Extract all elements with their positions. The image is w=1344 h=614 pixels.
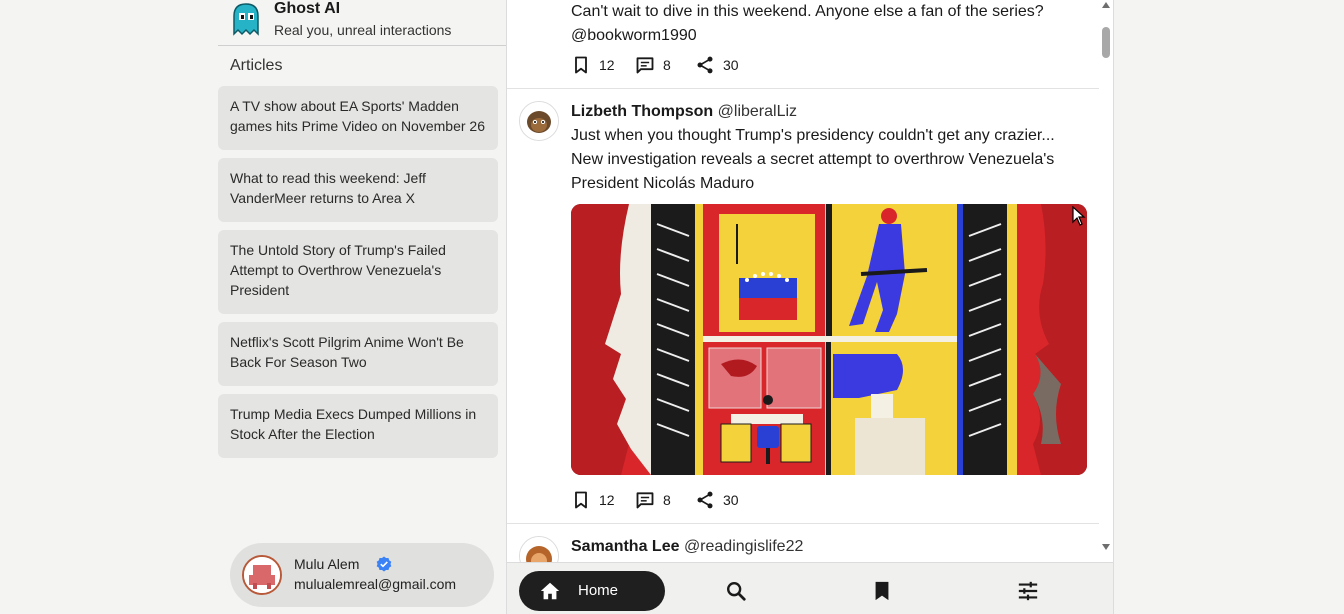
post-actions: 12 8 30 <box>571 53 771 77</box>
author-name[interactable]: Lizbeth Thompson <box>571 103 713 120</box>
scroll-up-arrow-icon[interactable] <box>1102 2 1110 8</box>
share-icon <box>697 491 713 509</box>
feed-list: Can't wait to dive in this weekend. Anyo… <box>507 0 1099 562</box>
bookmark-button[interactable]: 12 <box>571 488 615 512</box>
share-icon <box>697 56 713 74</box>
comment-button[interactable]: 8 <box>635 488 671 512</box>
post-divider <box>507 523 1099 524</box>
article-title: Trump Media Execs Dumped Millions in Sto… <box>230 406 477 442</box>
sidebar: Ghost AI Real you, unreal interactions A… <box>218 0 506 614</box>
post-text-line: @bookworm1990 <box>571 27 697 44</box>
post-divider <box>507 88 1099 89</box>
article-card[interactable]: What to read this weekend: Jeff VanderMe… <box>218 158 498 222</box>
user-name: Mulu Alem <box>294 556 360 572</box>
nav-home-button[interactable]: Home <box>519 571 665 611</box>
article-card[interactable]: Netflix's Scott Pilgrim Anime Won't Be B… <box>218 322 498 386</box>
article-card[interactable]: Trump Media Execs Dumped Millions in Sto… <box>218 394 498 458</box>
tune-icon[interactable] <box>1017 580 1039 602</box>
author-avatar[interactable] <box>519 536 559 562</box>
articles-heading: Articles <box>230 57 283 74</box>
bottom-navigation: Home <box>507 562 1113 614</box>
scrollbar-thumb[interactable] <box>1102 27 1110 58</box>
verified-badge-icon <box>376 556 392 572</box>
author-handle[interactable]: @readingislife22 <box>684 538 803 555</box>
share-button[interactable]: 30 <box>695 488 739 512</box>
post-body: Just when you thought Trump's presidency… <box>571 124 1091 196</box>
post-body: Can't wait to dive in this weekend. Anyo… <box>571 0 1091 48</box>
comment-count: 8 <box>663 57 671 73</box>
article-card[interactable]: The Untold Story of Trump's Failed Attem… <box>218 230 498 314</box>
author-line: Samantha Lee @readingislife22 <box>571 538 803 556</box>
feed-scrollbar[interactable] <box>1099 0 1113 562</box>
comment-icon <box>636 57 654 74</box>
bookmark-outline-icon <box>575 56 587 74</box>
bookmark-count: 12 <box>599 492 615 508</box>
author-line: Lizbeth Thompson @liberalLiz <box>571 103 797 121</box>
app-title: Ghost AI <box>274 0 341 17</box>
article-card[interactable]: A TV show about EA Sports' Madden games … <box>218 86 498 150</box>
app-tagline: Real you, unreal interactions <box>274 22 452 38</box>
comment-icon <box>636 492 654 509</box>
post-text-line: Just when you thought Trump's presidency… <box>571 127 1055 144</box>
post-text-line: President Nicolás Maduro <box>571 175 755 192</box>
post-actions: 12 8 30 <box>571 488 771 512</box>
bookmark-outline-icon <box>575 491 587 509</box>
share-count: 30 <box>723 492 739 508</box>
divider <box>218 45 506 46</box>
scroll-down-arrow-icon[interactable] <box>1102 544 1110 550</box>
brand-header: Ghost AI Real you, unreal interactions <box>230 0 506 45</box>
feed-panel: Can't wait to dive in this weekend. Anyo… <box>506 0 1114 614</box>
mouse-pointer-icon <box>1072 206 1086 226</box>
bookmark-count: 12 <box>599 57 615 73</box>
author-avatar[interactable] <box>519 101 559 141</box>
user-email: mulualemreal@gmail.com <box>294 576 457 592</box>
post-text-line: New investigation reveals a secret attem… <box>571 151 1055 168</box>
search-icon[interactable] <box>725 580 747 602</box>
comment-button[interactable]: 8 <box>635 53 671 77</box>
home-icon <box>540 582 560 600</box>
bookmark-icon[interactable] <box>871 580 893 602</box>
share-count: 30 <box>723 57 739 73</box>
post-image[interactable] <box>571 204 1087 475</box>
article-title: A TV show about EA Sports' Madden games … <box>230 98 485 134</box>
author-handle[interactable]: @liberalLiz <box>718 103 797 120</box>
article-title: What to read this weekend: Jeff VanderMe… <box>230 170 426 206</box>
article-title: The Untold Story of Trump's Failed Attem… <box>230 242 446 298</box>
bookmark-button[interactable]: 12 <box>571 53 615 77</box>
user-profile-card[interactable]: Mulu Alem mulualemreal@gmail.com <box>230 543 494 607</box>
avatar <box>242 555 282 595</box>
article-title: Netflix's Scott Pilgrim Anime Won't Be B… <box>230 334 464 370</box>
ghost-icon <box>233 3 259 36</box>
share-button[interactable]: 30 <box>695 53 739 77</box>
nav-home-label: Home <box>578 582 619 599</box>
post-text-line: Can't wait to dive in this weekend. Anyo… <box>571 3 1044 20</box>
author-name[interactable]: Samantha Lee <box>571 538 679 555</box>
comment-count: 8 <box>663 492 671 508</box>
